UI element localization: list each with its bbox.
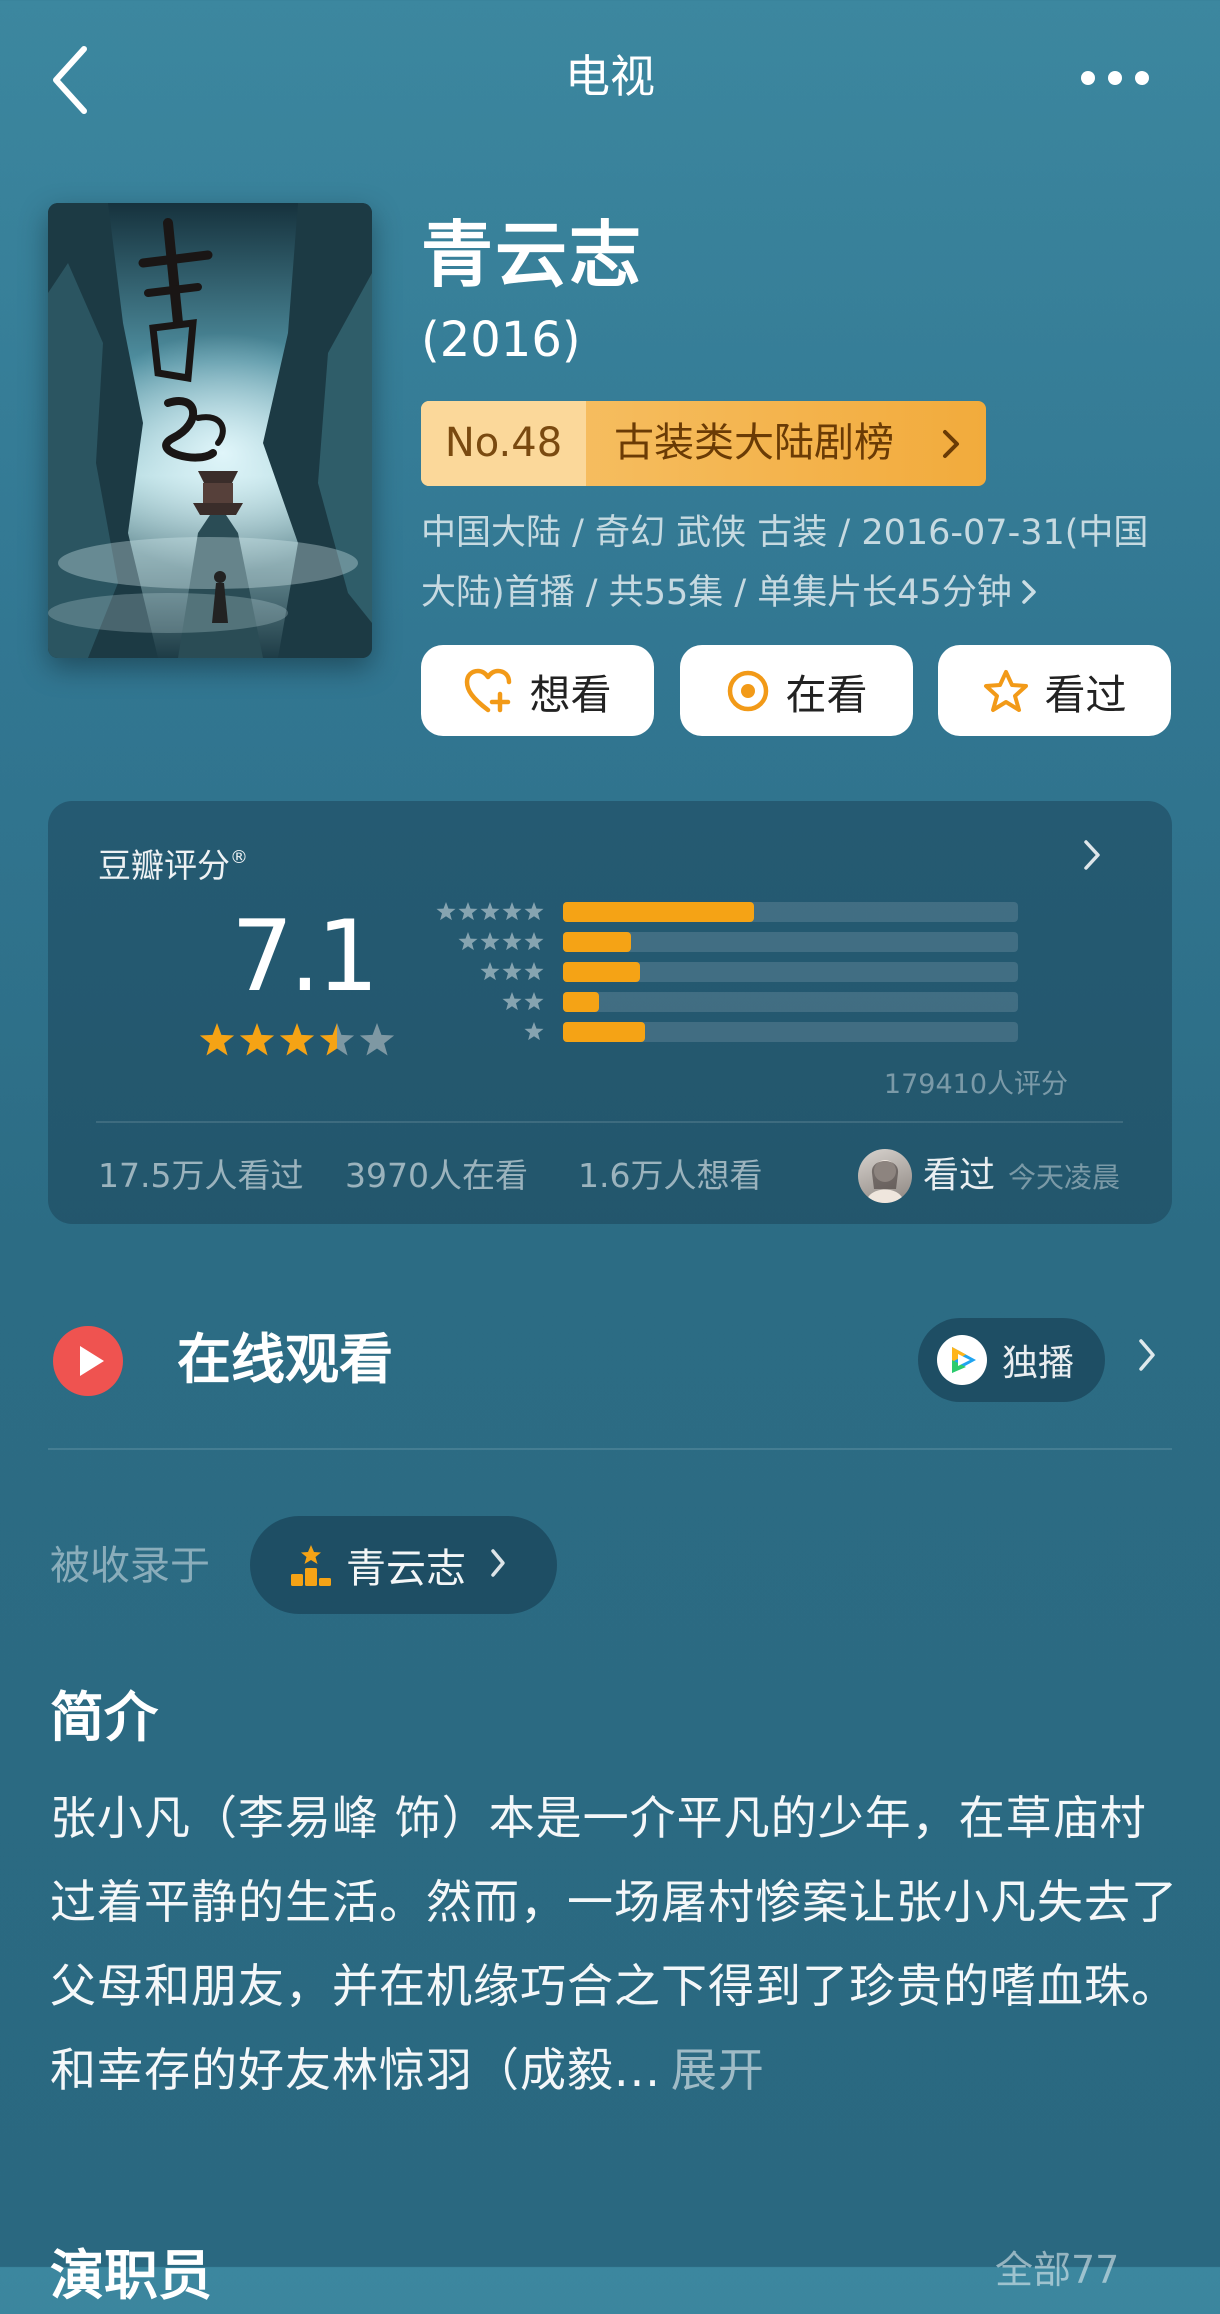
rating-source-label: 豆瓣评分® — [98, 846, 248, 885]
rank-list-label: 古装类大陆剧榜 — [614, 420, 894, 466]
mini-star-icon — [480, 962, 500, 981]
synopsis-body: 张小凡（李易峰 饰）本是一介平凡的少年，在草庙村过着平静的生活。然而，一场屠村惨… — [50, 1791, 1178, 2097]
rating-card[interactable]: 豆瓣评分® 7.1 179410人评分 17.5万人看过 3970人在看 1.6… — [48, 801, 1172, 1224]
ranking-podium-icon — [291, 1545, 331, 1586]
page-title: 电视 — [564, 50, 655, 103]
distribution-stars-2 — [502, 992, 544, 1011]
distribution-stars-3 — [480, 962, 544, 981]
target-icon — [727, 670, 768, 711]
mini-star-icon — [502, 932, 522, 951]
online-watch-title[interactable]: 在线观看 — [177, 1322, 393, 1398]
collection-chip[interactable]: 青云志 — [250, 1516, 557, 1614]
rank-badge[interactable]: No.48 古装类大陆剧榜 — [421, 401, 986, 486]
rank-number: No.48 — [421, 401, 586, 486]
rating-count: 179410人评分 — [883, 1069, 1068, 1100]
synopsis-text: 张小凡（李易峰 饰）本是一介平凡的少年，在草庙村过着平静的生活。然而，一场屠村惨… — [50, 1776, 1180, 2112]
rating-star-icon — [319, 1023, 355, 1056]
show-meta-info[interactable]: 中国大陆 / 奇幻 武侠 古装 / 2016-07-31(中国大陆)首播 / 共… — [421, 503, 1161, 624]
divider — [96, 1121, 1123, 1123]
exclusive-platform-pill[interactable]: 独播 — [918, 1318, 1105, 1402]
rating-star-icon — [279, 1023, 315, 1056]
more-dots-icon — [1081, 71, 1149, 85]
distribution-stars-1 — [524, 1022, 544, 1041]
synopsis-heading: 简介 — [50, 1686, 158, 1749]
watched-button[interactable]: 看过 — [938, 645, 1171, 736]
distribution-bar-4 — [563, 932, 1018, 952]
distribution-bar-fill-5 — [563, 902, 755, 922]
stat-want[interactable]: 1.6万人想看 — [578, 1146, 762, 1206]
distribution-bar-fill-4 — [563, 932, 632, 952]
mini-star-icon — [502, 902, 522, 921]
mini-star-icon — [524, 932, 544, 951]
mini-star-icon — [524, 1022, 544, 1041]
want-label: 想看 — [529, 670, 612, 719]
mini-star-icon — [480, 902, 500, 921]
watched-label: 看过 — [1044, 670, 1127, 719]
chevron-right-icon[interactable] — [1138, 1338, 1156, 1376]
collected-in-label: 被收录于 — [50, 1543, 210, 1589]
collection-name: 青云志 — [346, 1546, 466, 1592]
mini-star-icon — [524, 902, 544, 921]
poster-artwork — [48, 203, 372, 658]
watching-button[interactable]: 在看 — [680, 645, 913, 736]
friend-status: 看过 — [923, 1155, 996, 1196]
watching-label: 在看 — [785, 670, 868, 719]
chevron-right-icon[interactable] — [1083, 839, 1101, 875]
distribution-bar-2 — [563, 992, 1018, 1012]
distribution-stars-4 — [458, 932, 544, 951]
exclusive-label: 独播 — [1002, 1343, 1075, 1384]
play-icon[interactable] — [52, 1325, 124, 1401]
want-to-watch-button[interactable]: 想看 — [421, 645, 654, 736]
meta-text: 中国大陆 / 奇幻 武侠 古装 / 2016-07-31(中国大陆)首播 / 共… — [421, 513, 1149, 613]
rating-star-icon — [239, 1023, 275, 1056]
friend-timestamp: 今天凌晨 — [1008, 1161, 1121, 1194]
mini-star-icon — [458, 902, 478, 921]
rating-score: 7.1 — [231, 900, 379, 1014]
mini-star-icon — [502, 992, 522, 1011]
mini-star-icon — [458, 932, 478, 951]
divider — [48, 1448, 1172, 1450]
show-year: (2016) — [421, 312, 581, 368]
rating-stars — [198, 1021, 398, 1065]
mini-star-icon — [524, 962, 544, 981]
star-outline-icon — [983, 669, 1028, 712]
more-options-button[interactable] — [1075, 50, 1155, 106]
video-platform-logo-icon — [937, 1335, 987, 1385]
show-title: 青云志 — [421, 213, 644, 297]
distribution-bar-fill-3 — [563, 962, 641, 982]
expand-link[interactable]: 展开 — [671, 2043, 765, 2097]
distribution-stars-5 — [436, 902, 544, 921]
chevron-right-icon — [490, 1548, 506, 1582]
poster-image[interactable] — [48, 203, 372, 658]
mini-star-icon — [524, 992, 544, 1011]
rating-star-icon — [359, 1023, 395, 1056]
distribution-bar-fill-2 — [563, 992, 600, 1012]
mini-star-icon — [502, 962, 522, 981]
chevron-right-icon — [942, 401, 960, 486]
rating-star-icon — [199, 1023, 235, 1056]
stat-watching[interactable]: 3970人在看 — [345, 1146, 528, 1206]
avatar[interactable] — [858, 1149, 912, 1203]
distribution-bar-fill-1 — [563, 1022, 645, 1042]
distribution-bar-1 — [563, 1022, 1018, 1042]
heart-plus-icon — [464, 668, 511, 712]
stat-watched[interactable]: 17.5万人看过 — [98, 1146, 303, 1206]
distribution-bar-3 — [563, 962, 1018, 982]
mini-star-icon — [480, 932, 500, 951]
cast-heading: 演职员 — [50, 2244, 212, 2307]
cast-all-link[interactable]: 全部77 — [995, 2240, 1119, 2300]
mini-star-icon — [436, 902, 456, 921]
chevron-right-icon — [1022, 564, 1036, 624]
distribution-bar-5 — [563, 902, 1018, 922]
